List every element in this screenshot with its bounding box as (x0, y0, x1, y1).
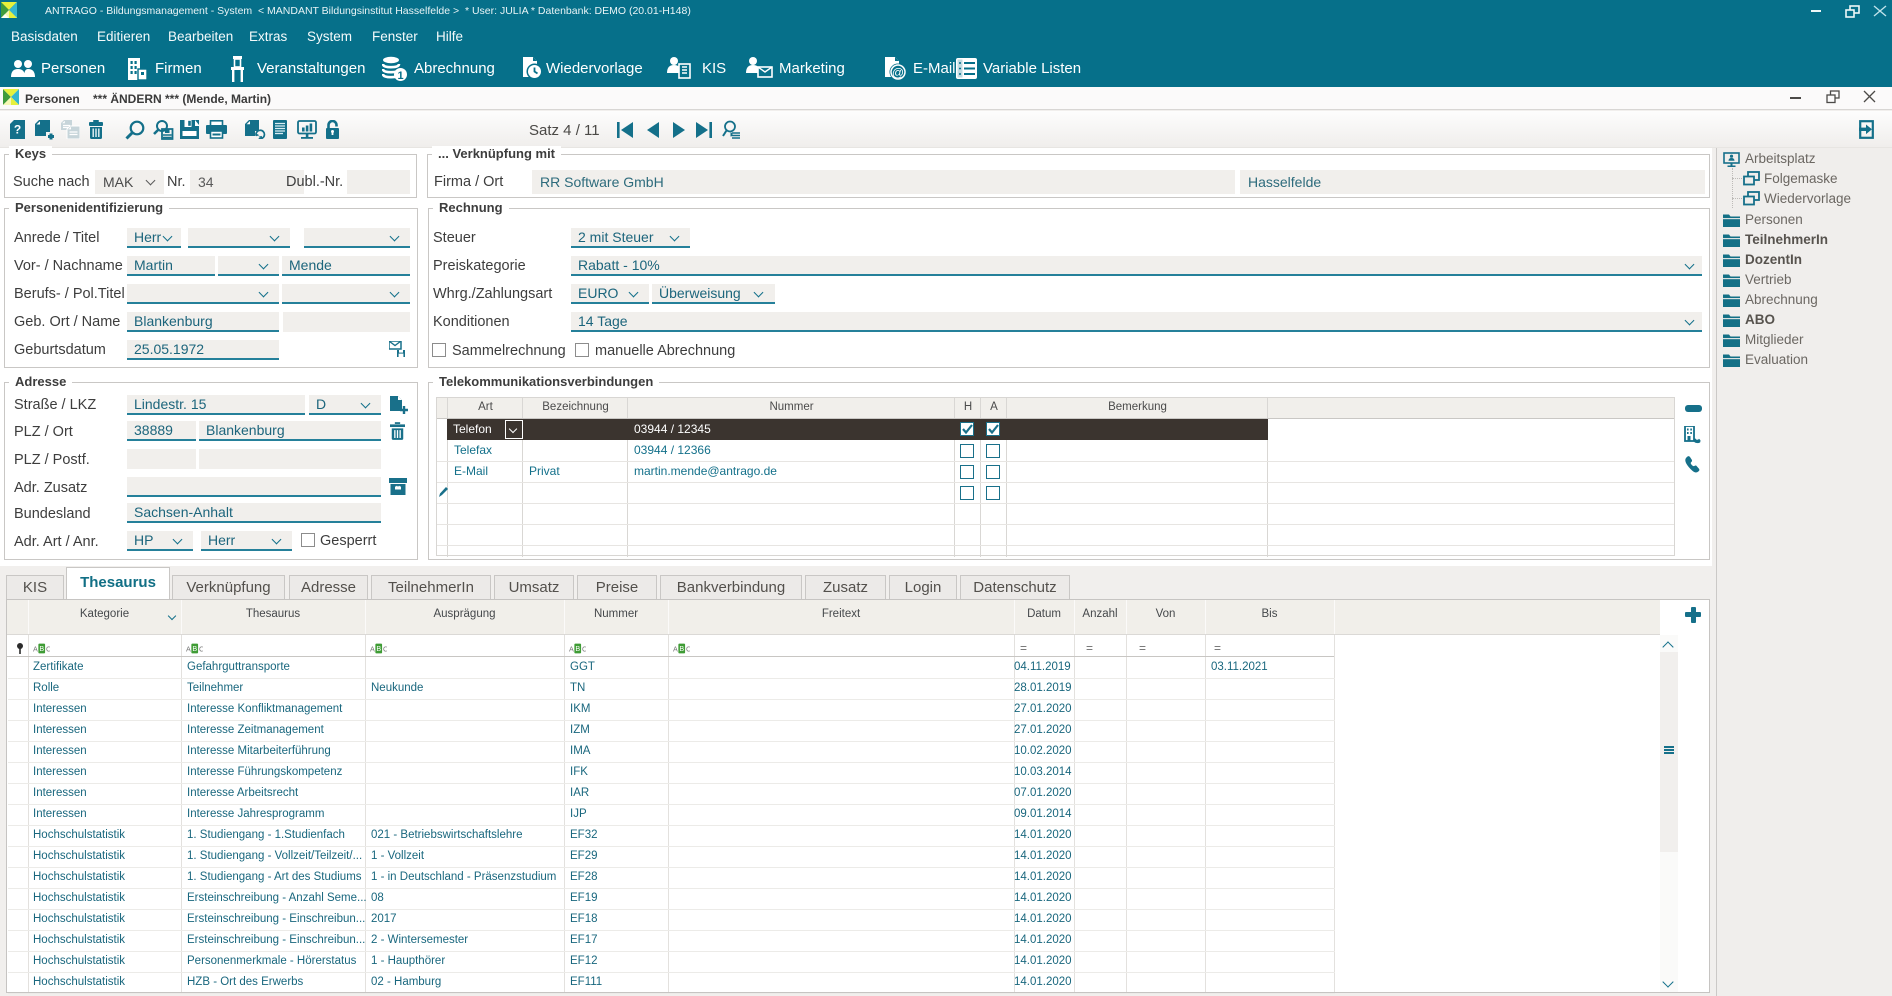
svg-text:A: A (33, 646, 38, 654)
svg-text:B: B (575, 645, 580, 653)
svg-text:B: B (679, 645, 684, 653)
svg-text:A: A (569, 646, 574, 654)
svg-text:C: C (582, 646, 586, 654)
svg-text:1: 1 (397, 70, 403, 82)
svg-text:C: C (46, 646, 50, 654)
svg-text:B: B (192, 645, 197, 653)
svg-text:A: A (673, 646, 678, 654)
svg-text:B: B (39, 645, 44, 653)
svg-text:B: B (376, 645, 381, 653)
svg-text:C: C (199, 646, 203, 654)
svg-text:?: ? (14, 123, 21, 137)
svg-text:C: C (383, 646, 387, 654)
svg-text:@: @ (892, 66, 904, 80)
svg-text:A: A (370, 646, 375, 654)
svg-text:C: C (686, 646, 690, 654)
svg-text:A: A (186, 646, 191, 654)
